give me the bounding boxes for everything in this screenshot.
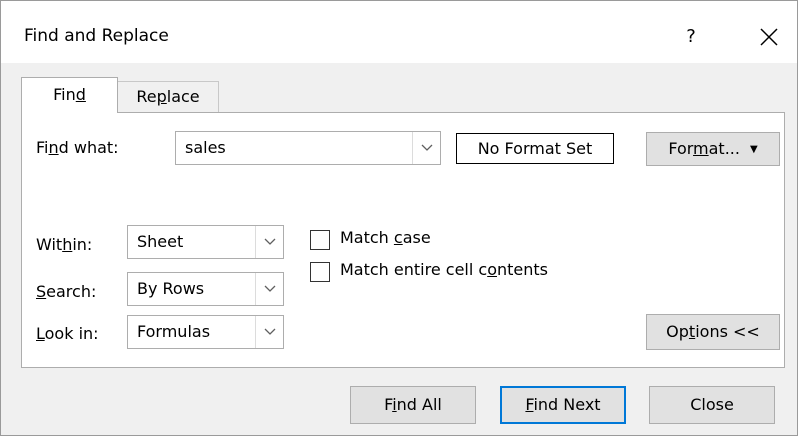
match-case-label-post: ase (402, 228, 431, 247)
help-button[interactable]: ? (671, 19, 711, 55)
within-select[interactable]: Sheet (127, 225, 284, 259)
tab-replace-label-post: lace (166, 87, 200, 106)
match-case-label-pre: Match (340, 228, 394, 247)
format-dropdown-arrow-icon: ▼ (749, 144, 758, 155)
within-label-pre: Wit (36, 235, 63, 254)
format-button-label-key: m (693, 139, 709, 158)
chevron-down-icon (264, 285, 276, 292)
look-in-label: Look in: (36, 324, 99, 343)
within-label-key: h (62, 235, 73, 254)
search-label-key: S (36, 282, 47, 301)
find-what-label-key: n (48, 138, 59, 157)
tab-find[interactable]: Find (21, 77, 118, 113)
look-in-label-key: L (36, 324, 45, 343)
find-what-value: sales (185, 138, 226, 157)
format-preview: No Format Set (456, 133, 614, 164)
close-button[interactable]: Close (649, 386, 775, 424)
find-what-dropdown-button[interactable] (412, 132, 440, 164)
tab-find-label-pre: Fin (53, 85, 76, 104)
chevron-down-icon (264, 238, 276, 245)
find-next-button[interactable]: Find Next (500, 386, 626, 424)
options-label-pre: Op (666, 322, 689, 341)
dialog-title: Find and Replace (24, 26, 169, 46)
format-button-label-pre: For (668, 139, 694, 158)
within-dropdown-button[interactable] (255, 226, 283, 258)
search-select[interactable]: By Rows (127, 272, 284, 306)
find-what-label: Find what: (36, 138, 119, 157)
tab-replace-label-pre: Re (136, 87, 157, 106)
within-value: Sheet (137, 232, 184, 251)
chevron-down-icon (264, 328, 276, 335)
find-what-label-post: d what: (58, 138, 119, 157)
options-button[interactable]: Options << (646, 314, 780, 350)
find-replace-dialog: Find and Replace ? Find Replace Find wha… (0, 0, 798, 436)
find-all-label-pre: F (384, 395, 393, 414)
find-tab-panel: Find what: sales No Format Set Format...… (21, 112, 785, 368)
find-what-combobox[interactable]: sales (175, 131, 441, 165)
look-in-dropdown-button[interactable] (255, 316, 283, 348)
within-label: Within: (36, 235, 92, 254)
search-label: Search: (36, 282, 96, 301)
find-all-button[interactable]: Find All (350, 386, 476, 424)
format-button-label-post: at... (708, 139, 740, 158)
match-entire-label-post: ntents (496, 260, 548, 279)
close-window-button[interactable] (747, 19, 791, 55)
find-what-label-pre: Fi (36, 138, 49, 157)
look-in-value: Formulas (137, 322, 211, 341)
match-entire-label-pre: Match entire cell c (340, 260, 488, 279)
title-bar: Find and Replace ? (1, 1, 797, 63)
tab-replace[interactable]: Replace (118, 81, 219, 112)
find-all-label-post: nd All (396, 395, 442, 414)
options-label-post: ions << (695, 322, 760, 341)
match-entire-label-key: o (487, 260, 497, 279)
tab-replace-label-key: p (156, 87, 167, 106)
chevron-down-icon (421, 144, 433, 151)
match-case-label-key: c (393, 228, 403, 247)
format-button[interactable]: Format... ▼ (646, 132, 780, 166)
look-in-select[interactable]: Formulas (127, 315, 284, 349)
look-in-label-post: ook in: (44, 324, 99, 343)
match-case-box[interactable] (310, 230, 330, 250)
match-entire-cell-label: Match entire cell contents (340, 260, 548, 279)
search-label-post: earch: (46, 282, 97, 301)
match-case-label: Match case (340, 228, 431, 247)
close-icon (760, 28, 778, 46)
search-dropdown-button[interactable] (255, 273, 283, 305)
tab-find-label-key: d (75, 85, 86, 104)
match-entire-cell-box[interactable] (310, 262, 330, 282)
search-value: By Rows (137, 279, 205, 298)
find-next-label-post: ind Next (533, 395, 601, 414)
within-label-post: in: (72, 235, 93, 254)
